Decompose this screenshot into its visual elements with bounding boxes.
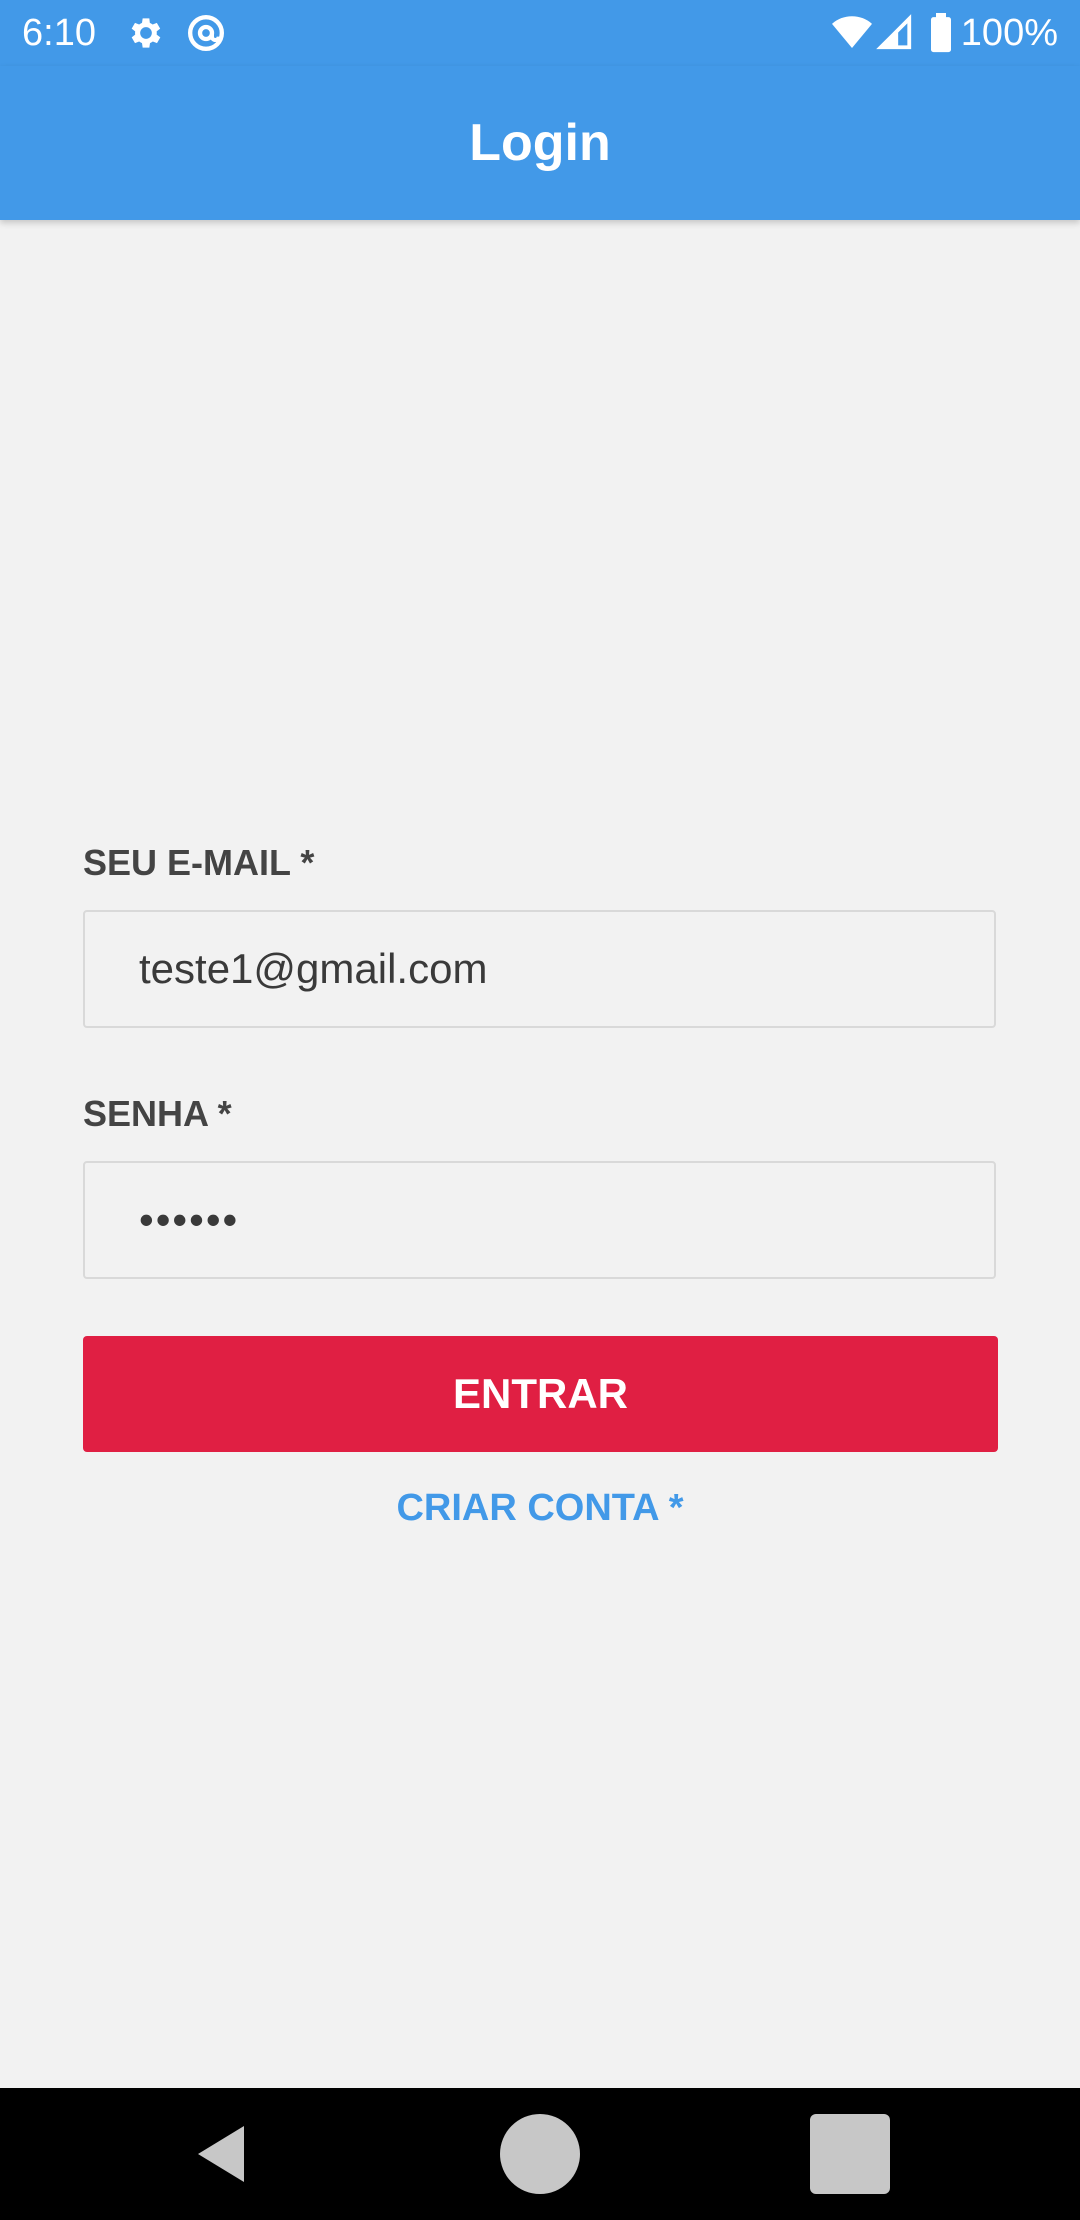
at-sign-icon <box>188 15 224 51</box>
back-icon[interactable] <box>186 2114 266 2194</box>
wifi-icon <box>832 16 872 48</box>
recents-icon[interactable] <box>810 2114 890 2194</box>
home-icon[interactable] <box>500 2114 580 2194</box>
settings-icon <box>131 18 161 48</box>
battery-icon <box>931 13 951 53</box>
battery-percentage: 100% <box>960 12 1058 54</box>
navigation-bar <box>0 2088 1080 2220</box>
email-field[interactable] <box>83 910 996 1028</box>
login-button[interactable]: ENTRAR <box>83 1336 998 1452</box>
password-label: SENHA * <box>83 1093 232 1134</box>
create-account-link[interactable]: CRIAR CONTA * <box>0 1480 1080 1536</box>
status-bar: 6:10 100% <box>0 0 1080 66</box>
signal-icon <box>876 14 912 50</box>
status-time: 6:10 <box>22 12 96 54</box>
page-title: Login <box>469 114 611 172</box>
email-label: SEU E-MAIL * <box>83 842 315 883</box>
app-bar: Login <box>0 66 1080 220</box>
password-field[interactable] <box>83 1161 996 1279</box>
